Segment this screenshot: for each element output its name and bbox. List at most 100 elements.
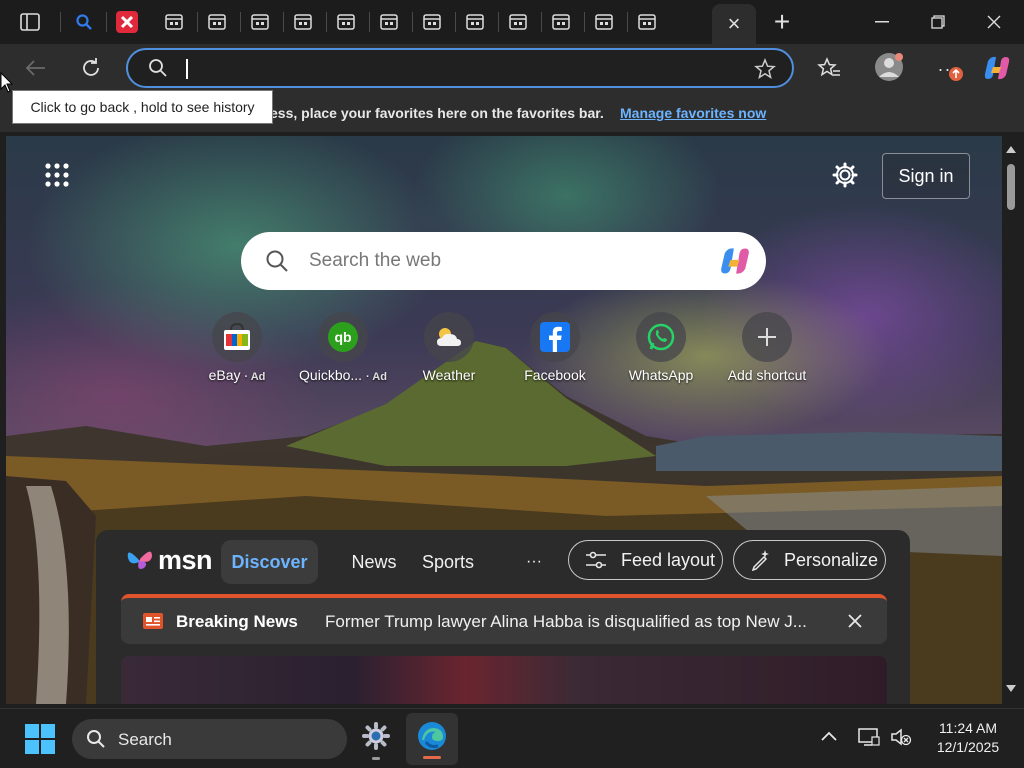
settings-more-icon[interactable]: ··· xyxy=(930,54,966,84)
copilot-icon[interactable] xyxy=(717,244,753,283)
web-search-box[interactable]: Search the web xyxy=(241,232,766,290)
tab-news[interactable]: News xyxy=(342,540,406,584)
tab-separator xyxy=(283,12,284,32)
favorites-icon[interactable] xyxy=(814,54,844,82)
tab-discover[interactable]: Discover xyxy=(221,540,318,584)
msn-logo[interactable]: msn xyxy=(124,542,213,578)
tab-separator xyxy=(498,12,499,32)
close-window-icon[interactable] xyxy=(966,0,1022,44)
whatsapp-icon xyxy=(636,312,686,362)
browser-toolbar: ··· xyxy=(0,44,1024,92)
tab-separator xyxy=(541,12,542,32)
tab-sports[interactable]: Sports xyxy=(414,540,482,584)
active-tab[interactable]: × xyxy=(712,4,756,44)
shortcut-whatsapp[interactable]: WhatsApp xyxy=(606,312,716,383)
scrollbar-thumb[interactable] xyxy=(1007,164,1015,210)
new-tab-button[interactable]: + xyxy=(768,6,796,37)
feed-layout-label: Feed layout xyxy=(621,549,716,570)
search-tab-favicon[interactable] xyxy=(70,8,98,36)
network-monitor-icon[interactable] xyxy=(858,727,880,752)
volume-muted-icon[interactable] xyxy=(890,727,912,752)
ad-badge: · Ad xyxy=(244,371,266,383)
tab-actions-icon[interactable] xyxy=(16,8,44,36)
search-icon xyxy=(265,249,289,278)
more-tabs-button[interactable]: ··· xyxy=(516,540,552,584)
profile-avatar-icon[interactable] xyxy=(872,50,906,84)
windows-start-icon[interactable] xyxy=(24,723,56,760)
mouse-cursor-icon xyxy=(0,71,14,99)
back-arrow-icon[interactable] xyxy=(20,54,50,82)
shortcut-label: Facebook xyxy=(524,367,586,383)
msn-feed-panel: msn Discover News Sports ··· Feed layout… xyxy=(96,530,910,704)
plus-icon xyxy=(742,312,792,362)
news-card-image[interactable] xyxy=(121,656,887,704)
copilot-icon[interactable] xyxy=(980,52,1014,84)
ebay-bag-icon xyxy=(212,312,262,362)
weather-cloud-icon xyxy=(424,312,474,362)
shortcut-quickbooks[interactable]: qb Quickbo... · Ad xyxy=(288,312,398,383)
background-tab-page-icon[interactable] xyxy=(461,8,489,36)
settings-gear-app-icon[interactable] xyxy=(358,721,394,761)
page-settings-gear-icon[interactable] xyxy=(832,162,858,188)
minimize-icon[interactable] xyxy=(854,0,910,44)
background-tab-page-icon[interactable] xyxy=(332,8,360,36)
quickbooks-icon: qb xyxy=(318,312,368,362)
background-tab-page-icon[interactable] xyxy=(375,8,403,36)
news-icon xyxy=(143,613,163,634)
breaking-news-headline[interactable]: Former Trump lawyer Alina Habba is disqu… xyxy=(325,612,807,632)
scroll-up-icon[interactable] xyxy=(1005,144,1017,154)
shortcut-ebay[interactable]: eBay · Ad xyxy=(182,312,292,383)
back-button-tooltip: Click to go back , hold to see history xyxy=(12,90,273,124)
breaking-news-label: Breaking News xyxy=(176,612,298,631)
personalize-button[interactable]: Personalize xyxy=(733,540,886,580)
shortcut-label: Quickbo... xyxy=(299,367,363,383)
feed-layout-button[interactable]: Feed layout xyxy=(568,540,723,580)
search-placeholder: Search the web xyxy=(309,250,442,271)
background-tab-page-icon[interactable] xyxy=(418,8,446,36)
tab-strip: × + xyxy=(0,0,1024,44)
shortcut-label: eBay xyxy=(208,367,241,383)
system-clock[interactable]: 11:24 AM 12/1/2025 xyxy=(926,719,1010,757)
shortcut-add[interactable]: Add shortcut xyxy=(712,312,822,383)
clock-date: 12/1/2025 xyxy=(936,739,1000,755)
tab-separator xyxy=(240,12,241,32)
chevron-up-icon[interactable] xyxy=(820,729,838,747)
windows-taskbar: Search 11:24 AM 12/1/2025 xyxy=(0,708,1024,768)
facebook-icon xyxy=(530,312,580,362)
close-banner-icon[interactable] xyxy=(847,613,863,634)
sign-in-button[interactable]: Sign in xyxy=(882,153,970,199)
svg-text:qb: qb xyxy=(334,329,351,345)
sparkle-pencil-icon xyxy=(751,550,769,571)
personalize-label: Personalize xyxy=(784,549,879,570)
edge-taskbar-icon[interactable] xyxy=(406,713,458,765)
tab-separator xyxy=(197,12,198,32)
shortcut-label: Weather xyxy=(422,367,476,383)
tab-separator xyxy=(627,12,628,32)
background-tab-page-icon[interactable] xyxy=(289,8,317,36)
address-bar[interactable] xyxy=(126,48,794,88)
apps-grid-icon[interactable] xyxy=(44,162,70,188)
background-tab-page-icon[interactable] xyxy=(547,8,575,36)
red-app-tab-favicon[interactable] xyxy=(113,8,141,36)
manage-favorites-link[interactable]: Manage favorites now xyxy=(620,105,766,121)
background-tab-page-icon[interactable] xyxy=(504,8,532,36)
tab-separator xyxy=(326,12,327,32)
taskbar-search[interactable]: Search xyxy=(72,719,347,759)
breaking-news-banner[interactable]: Breaking News Former Trump lawyer Alina … xyxy=(121,594,887,644)
refresh-icon[interactable] xyxy=(76,54,106,82)
background-tab-page-icon[interactable] xyxy=(203,8,231,36)
favorite-star-icon[interactable] xyxy=(754,58,776,85)
background-tab-page-icon[interactable] xyxy=(160,8,188,36)
close-tab-icon[interactable]: × xyxy=(728,11,741,37)
scroll-down-icon[interactable] xyxy=(1005,684,1017,694)
restore-icon[interactable] xyxy=(910,0,966,44)
page-scrollbar[interactable] xyxy=(1002,136,1020,704)
tab-separator xyxy=(369,12,370,32)
background-tab-page-icon[interactable] xyxy=(590,8,618,36)
shortcut-facebook[interactable]: Facebook xyxy=(500,312,610,383)
sliders-icon xyxy=(586,551,606,569)
background-tab-page-icon[interactable] xyxy=(246,8,274,36)
background-tab-page-icon[interactable] xyxy=(633,8,661,36)
shortcut-weather[interactable]: Weather xyxy=(394,312,504,383)
msn-butterfly-icon xyxy=(127,551,152,569)
